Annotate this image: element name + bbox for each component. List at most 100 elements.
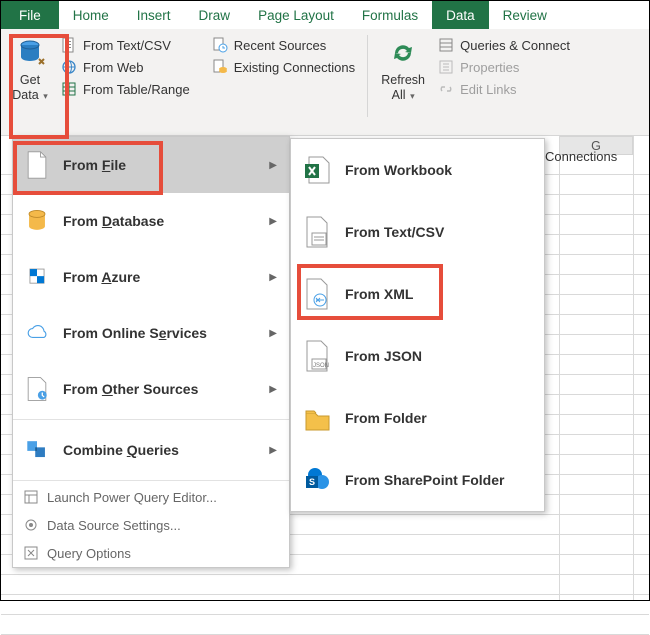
chevron-right-icon: ▶ <box>269 160 277 171</box>
submenu-from-folder[interactable]: From Folder <box>291 387 544 449</box>
web-icon <box>61 59 77 75</box>
from-textcsv-label: From Text/CSV <box>83 38 171 53</box>
menu-from-file[interactable]: From File ▶ <box>13 137 289 193</box>
menu-from-other[interactable]: From Other Sources ▶ <box>13 361 289 417</box>
tab-draw[interactable]: Draw <box>185 1 245 29</box>
queries-connect-label: Queries & Connect <box>460 38 570 53</box>
tab-file[interactable]: File <box>1 1 59 29</box>
queries-col: Queries & Connect Properties Edit Links <box>432 33 576 135</box>
refresh-label-2: All <box>392 88 406 102</box>
other-sources-icon <box>23 374 51 404</box>
existing-conn-button[interactable]: Existing Connections <box>208 57 359 77</box>
textcsv-file-icon <box>303 215 331 249</box>
submenu-from-sharepoint[interactable]: S From SharePoint Folder <box>291 449 544 511</box>
submenu-from-sharepoint-label: From SharePoint Folder <box>345 472 504 488</box>
recent-icon <box>212 37 228 53</box>
edit-links-button[interactable]: Edit Links <box>434 79 574 99</box>
menu-launch-pq-label: Launch Power Query Editor... <box>47 490 217 505</box>
folder-icon <box>303 401 331 435</box>
get-transform-col2: Recent Sources Existing Connections <box>206 33 361 135</box>
submenu-from-textcsv[interactable]: From Text/CSV <box>291 201 544 263</box>
refresh-icon <box>387 37 419 69</box>
chevron-right-icon: ▶ <box>269 384 277 395</box>
submenu-from-xml[interactable]: From XML <box>291 263 544 325</box>
connections-pane-label: Connections <box>545 149 617 164</box>
from-web-button[interactable]: From Web <box>57 57 194 77</box>
azure-icon <box>23 262 51 292</box>
menu-query-options-label: Query Options <box>47 546 131 561</box>
existing-conn-label: Existing Connections <box>234 60 355 75</box>
menu-from-online-label: From Online Services <box>63 325 269 341</box>
ribbon-toolbar: GetData ▾ From Text/CSV From Web From Ta… <box>1 29 649 136</box>
ribbon-tabs: File Home Insert Draw Page Layout Formul… <box>1 1 649 29</box>
queries-icon <box>438 37 454 53</box>
database-icon <box>23 206 51 236</box>
menu-combine-label: Combine Queries <box>63 442 269 458</box>
from-file-submenu: From Workbook From Text/CSV From XML JSO… <box>290 138 545 512</box>
svg-text:JSON: JSON <box>313 363 329 369</box>
menu-separator <box>13 419 289 420</box>
get-data-label-2: Data <box>12 88 38 102</box>
settings-icon <box>23 517 39 533</box>
chevron-down-icon: ▾ <box>41 91 48 101</box>
submenu-from-folder-label: From Folder <box>345 410 427 426</box>
menu-from-other-label: From Other Sources <box>63 381 269 397</box>
combine-icon <box>23 435 51 465</box>
refresh-label-1: Refresh <box>381 73 425 87</box>
get-data-menu: From File ▶ From Database ▶ From Azure ▶… <box>12 136 290 568</box>
menu-ds-settings-label: Data Source Settings... <box>47 518 181 533</box>
get-data-button[interactable]: GetData ▾ <box>5 33 55 135</box>
submenu-from-json-label: From JSON <box>345 348 422 364</box>
menu-ds-settings[interactable]: Data Source Settings... <box>13 511 289 539</box>
tab-page-layout[interactable]: Page Layout <box>244 1 348 29</box>
from-table-label: From Table/Range <box>83 82 190 97</box>
tab-home[interactable]: Home <box>59 1 123 29</box>
properties-button[interactable]: Properties <box>434 57 574 77</box>
tab-formulas[interactable]: Formulas <box>348 1 432 29</box>
from-table-button[interactable]: From Table/Range <box>57 79 194 99</box>
pq-editor-icon <box>23 489 39 505</box>
group-separator <box>367 35 368 117</box>
chevron-right-icon: ▶ <box>269 272 277 283</box>
sharepoint-icon: S <box>303 463 331 497</box>
chevron-right-icon: ▶ <box>269 328 277 339</box>
get-transform-col1: From Text/CSV From Web From Table/Range <box>55 33 196 135</box>
submenu-from-workbook-label: From Workbook <box>345 162 452 178</box>
existing-conn-icon <box>212 59 228 75</box>
from-web-label: From Web <box>83 60 143 75</box>
options-icon <box>23 545 39 561</box>
menu-from-azure[interactable]: From Azure ▶ <box>13 249 289 305</box>
menu-query-options[interactable]: Query Options <box>13 539 289 567</box>
edit-links-label: Edit Links <box>460 82 516 97</box>
recent-sources-button[interactable]: Recent Sources <box>208 35 359 55</box>
from-textcsv-button[interactable]: From Text/CSV <box>57 35 194 55</box>
tab-review[interactable]: Review <box>489 1 561 29</box>
refresh-all-button[interactable]: RefreshAll ▾ <box>374 33 432 135</box>
submenu-from-json[interactable]: JSON From JSON <box>291 325 544 387</box>
menu-combine[interactable]: Combine Queries ▶ <box>13 422 289 478</box>
tab-data[interactable]: Data <box>432 1 489 29</box>
json-file-icon: JSON <box>303 339 331 373</box>
menu-from-azure-label: From Azure <box>63 269 269 285</box>
submenu-from-workbook[interactable]: From Workbook <box>291 139 544 201</box>
textcsv-icon <box>61 37 77 53</box>
menu-from-database[interactable]: From Database ▶ <box>13 193 289 249</box>
file-icon <box>23 150 51 180</box>
submenu-from-xml-label: From XML <box>345 286 413 302</box>
menu-from-file-label: From File <box>63 157 269 173</box>
chevron-right-icon: ▶ <box>269 216 277 227</box>
properties-icon <box>438 59 454 75</box>
tab-insert[interactable]: Insert <box>123 1 185 29</box>
chevron-right-icon: ▶ <box>269 445 277 456</box>
menu-from-online[interactable]: From Online Services ▶ <box>13 305 289 361</box>
links-icon <box>438 81 454 97</box>
xml-file-icon <box>303 277 331 311</box>
cloud-icon <box>23 318 51 348</box>
recent-sources-label: Recent Sources <box>234 38 327 53</box>
svg-text:S: S <box>309 477 315 487</box>
get-data-label-1: Get <box>20 73 40 87</box>
menu-separator <box>13 480 289 481</box>
queries-connect-button[interactable]: Queries & Connect <box>434 35 574 55</box>
properties-label: Properties <box>460 60 519 75</box>
menu-launch-pq[interactable]: Launch Power Query Editor... <box>13 483 289 511</box>
